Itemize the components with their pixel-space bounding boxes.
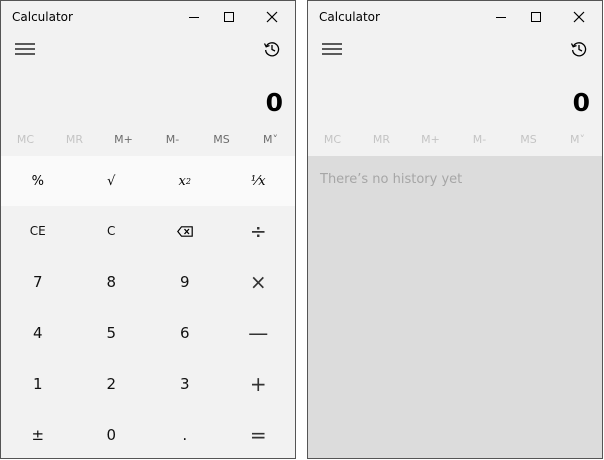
memory-recall-button[interactable]: MR [357, 128, 406, 152]
backspace-icon [176, 226, 193, 237]
title-bar[interactable]: Calculator [308, 1, 602, 33]
close-icon [573, 11, 585, 23]
equals-button[interactable]: = [222, 409, 296, 458]
history-button[interactable] [259, 38, 285, 60]
memory-list-button[interactable]: M˅ [553, 128, 602, 152]
hamburger-icon [15, 43, 35, 55]
multiply-button[interactable]: × [222, 257, 296, 308]
minimize-button[interactable] [179, 5, 209, 29]
minimize-icon [496, 17, 506, 18]
square-root-label: √ [107, 173, 116, 189]
negate-button[interactable]: ± [1, 409, 75, 458]
window-title: Calculator [319, 10, 380, 24]
decimal-button[interactable]: . [148, 409, 222, 458]
square-root-button[interactable]: √ [75, 156, 149, 206]
history-icon [263, 42, 280, 57]
memory-row: MC MR M+ M- MS M˅ [308, 128, 602, 152]
reciprocal-button[interactable]: ⅟x [222, 156, 296, 206]
title-bar[interactable]: Calculator [1, 1, 295, 33]
hamburger-icon [322, 43, 342, 55]
maximize-icon [224, 12, 234, 22]
square-exponent-label: 2 [185, 176, 191, 186]
digit-0-button[interactable]: 0 [75, 409, 149, 458]
calculator-window-standard: Calculator 0 MC MR M+ M- MS M˅ % √ x 2 ⅟… [0, 0, 296, 459]
percent-label: % [31, 173, 44, 189]
digit-1-button[interactable]: 1 [1, 358, 75, 409]
maximize-button[interactable] [521, 5, 551, 29]
navigation-menu-button[interactable] [318, 39, 346, 59]
memory-store-button[interactable]: MS [197, 128, 246, 152]
digit-4-button[interactable]: 4 [1, 308, 75, 359]
digit-7-button[interactable]: 7 [1, 257, 75, 308]
digit-6-button[interactable]: 6 [148, 308, 222, 359]
plus-button[interactable]: + [222, 358, 296, 409]
memory-subtract-button[interactable]: M- [148, 128, 197, 152]
history-button[interactable] [566, 38, 592, 60]
window-title: Calculator [12, 10, 73, 24]
clear-button[interactable]: C [75, 206, 149, 257]
result-display: 0 [572, 88, 590, 117]
memory-clear-button[interactable]: MC [1, 128, 50, 152]
clear-entry-button[interactable]: CE [1, 206, 75, 257]
close-button[interactable] [564, 5, 594, 29]
digit-8-button[interactable]: 8 [75, 257, 149, 308]
square-button[interactable]: x2 [148, 156, 222, 206]
digit-2-button[interactable]: 2 [75, 358, 149, 409]
memory-clear-button[interactable]: MC [308, 128, 357, 152]
close-button[interactable] [257, 5, 287, 29]
maximize-icon [531, 12, 541, 22]
backspace-button[interactable] [148, 206, 222, 257]
calculator-window-history: Calculator 0 MC MR M+ M- MS M˅ There’s n… [307, 0, 603, 459]
digit-9-button[interactable]: 9 [148, 257, 222, 308]
memory-list-button[interactable]: M˅ [246, 128, 295, 152]
scientific-row: % √ x2 ⅟x [1, 156, 295, 206]
reciprocal-label: ⅟x [250, 173, 266, 189]
digit-3-button[interactable]: 3 [148, 358, 222, 409]
result-display: 0 [265, 88, 283, 117]
history-panel: There’s no history yet [308, 156, 602, 458]
minimize-icon [189, 17, 199, 18]
minus-button[interactable]: — [222, 308, 296, 359]
maximize-button[interactable] [214, 5, 244, 29]
memory-add-button[interactable]: M+ [99, 128, 148, 152]
memory-store-button[interactable]: MS [504, 128, 553, 152]
history-empty-message: There’s no history yet [320, 172, 463, 187]
memory-recall-button[interactable]: MR [50, 128, 99, 152]
memory-subtract-button[interactable]: M- [455, 128, 504, 152]
minimize-button[interactable] [486, 5, 516, 29]
keypad: CE C ÷ 7 8 9 × 4 5 6 — 1 2 3 + ± 0 . = [1, 206, 296, 458]
navigation-menu-button[interactable] [11, 39, 39, 59]
memory-row: MC MR M+ M- MS M˅ [1, 128, 295, 152]
divide-button[interactable]: ÷ [222, 206, 296, 257]
history-icon [570, 42, 587, 57]
close-icon [266, 11, 278, 23]
digit-5-button[interactable]: 5 [75, 308, 149, 359]
square-base-label: x [178, 173, 186, 189]
memory-add-button[interactable]: M+ [406, 128, 455, 152]
percent-button[interactable]: % [1, 156, 75, 206]
